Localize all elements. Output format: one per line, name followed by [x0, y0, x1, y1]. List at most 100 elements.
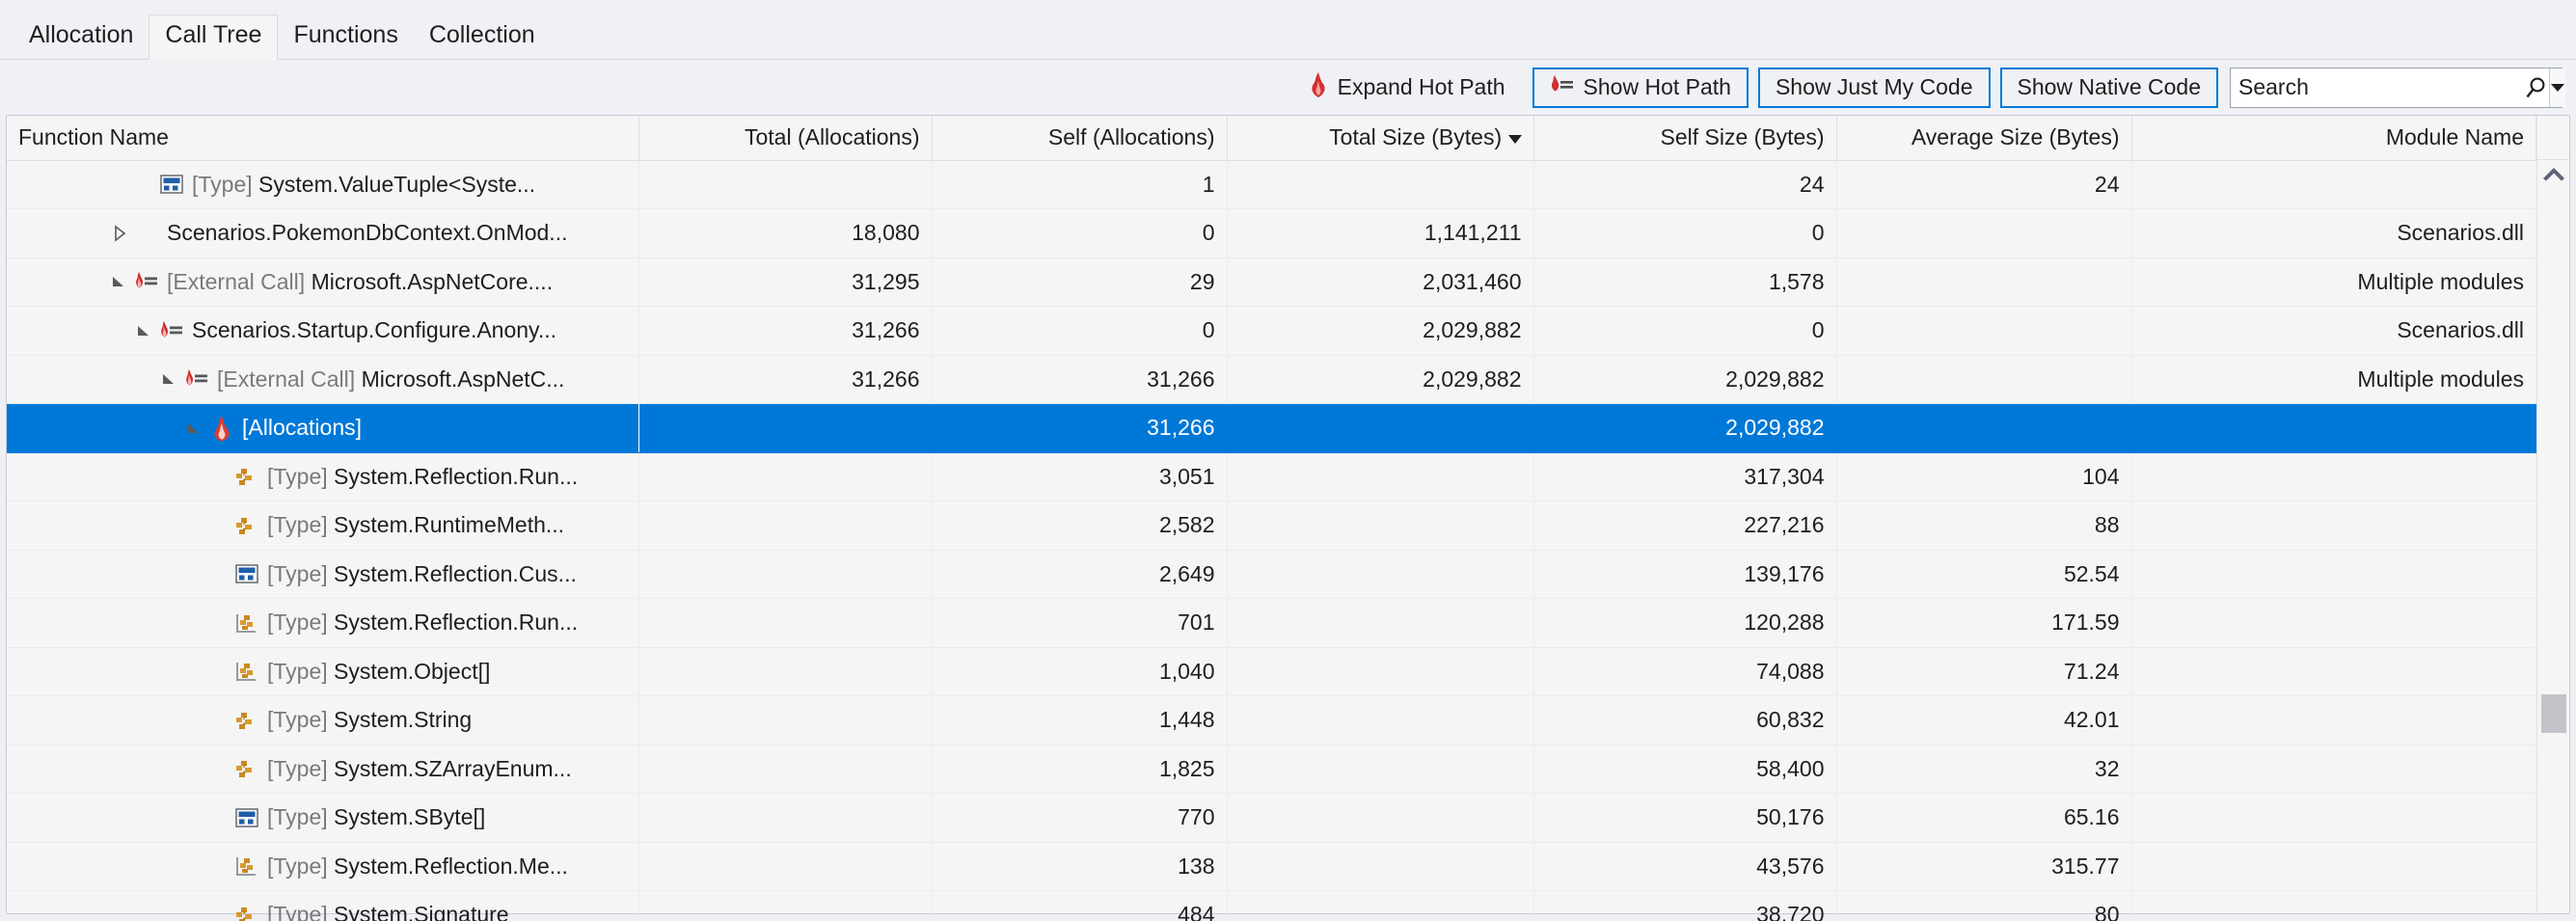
cell-module-name: [2131, 452, 2536, 501]
cell-module-name: [2131, 890, 2536, 921]
table-row[interactable]: Scenarios.Startup.Configure.Anony... 31,2…: [7, 306, 2536, 356]
function-name-text: [Allocations]: [242, 415, 363, 441]
table-row[interactable]: [Type] System.Object[] 1,040 74,088 71.24: [7, 647, 2536, 696]
cell-function-name[interactable]: [Type] System.Reflection.Run...: [7, 452, 639, 501]
function-name-text: Microsoft.AspNetCore....: [311, 268, 554, 294]
collapse-triangle-icon[interactable]: [157, 372, 182, 386]
column-header-self-size[interactable]: Self Size (Bytes): [1533, 116, 1837, 161]
cell-function-name[interactable]: [Type] System.Reflection.Cus...: [7, 550, 639, 599]
scrollbar-thumb[interactable]: [2541, 694, 2566, 733]
cell-function-name[interactable]: Scenarios.PokemonDbContext.OnMod...: [7, 208, 639, 258]
function-name-prefix: [Type]: [267, 512, 335, 538]
cell-self-allocations: 31,266: [932, 355, 1228, 404]
tab-functions[interactable]: Functions: [278, 15, 413, 59]
view-tab-strip: Allocation Call Tree Functions Collection: [0, 0, 2576, 60]
column-header-total-size[interactable]: Total Size (Bytes): [1227, 116, 1534, 161]
cell-function-name[interactable]: Scenarios.Startup.Configure.Anony...: [7, 306, 639, 356]
cell-total-allocations: [638, 842, 933, 891]
cell-module-name: [2131, 501, 2536, 551]
column-header-self-allocations[interactable]: Self (Allocations): [932, 116, 1228, 161]
cell-self-size: 227,216: [1533, 501, 1837, 551]
cell-function-name[interactable]: [External Call] Microsoft.AspNetC...: [7, 355, 639, 404]
cell-function-name[interactable]: [Type] System.Reflection.Me...: [7, 842, 639, 891]
cell-self-size: 139,176: [1533, 550, 1837, 599]
cell-total-allocations: 18,080: [638, 208, 933, 258]
cell-average-size: 80: [1836, 890, 2132, 921]
cell-self-allocations: 2,582: [932, 501, 1228, 551]
flame-icon: [207, 415, 236, 442]
table-row[interactable]: [Type] System.Signature 484 38,720 80: [7, 890, 2536, 921]
show-hot-path-button[interactable]: Show Hot Path: [1532, 67, 1749, 108]
function-name-prefix: [Type]: [267, 707, 335, 733]
table-row[interactable]: [Type] System.String 1,448 60,832 42.01: [7, 695, 2536, 745]
vertical-scrollbar[interactable]: [2536, 116, 2569, 913]
column-header-average-size[interactable]: Average Size (Bytes): [1836, 116, 2132, 161]
search-input[interactable]: [2231, 68, 2524, 107]
type-class-icon: [232, 515, 261, 536]
cell-self-size: 0: [1533, 306, 1837, 356]
cell-self-size: 74,088: [1533, 647, 1837, 696]
table-row[interactable]: [Type] System.SByte[] 770 50,176 65.16: [7, 793, 2536, 843]
show-just-my-code-label: Show Just My Code: [1775, 74, 1973, 99]
table-row[interactable]: [Type] System.SZArrayEnum... 1,825 58,400 3…: [7, 745, 2536, 794]
show-native-code-button[interactable]: Show Native Code: [1999, 67, 2218, 108]
cell-total-size: [1227, 695, 1534, 745]
search-box[interactable]: [2230, 67, 2565, 108]
table-row[interactable]: [Type] System.Reflection.Cus... 2,649 139,…: [7, 550, 2536, 599]
tab-collection[interactable]: Collection: [414, 15, 551, 59]
cell-function-name[interactable]: [Type] System.String: [7, 695, 639, 745]
function-name-label: [Type] System.SByte[]: [267, 804, 485, 830]
type-class-icon: [232, 758, 261, 779]
expand-hot-path-button[interactable]: Expand Hot Path: [1290, 68, 1523, 108]
column-header-function-name[interactable]: Function Name: [7, 116, 639, 161]
column-header-module-name[interactable]: Module Name: [2131, 116, 2536, 161]
cell-function-name[interactable]: [External Call] Microsoft.AspNetCore....: [7, 257, 639, 307]
cell-total-size: [1227, 452, 1534, 501]
collapse-triangle-icon[interactable]: [132, 324, 157, 338]
function-name-prefix: [Type]: [267, 804, 335, 830]
table-row[interactable]: [Type] System.Reflection.Me... 138 43,576 3…: [7, 842, 2536, 891]
cell-total-size: [1227, 890, 1534, 921]
function-name-prefix: [Type]: [267, 902, 335, 921]
scroll-up-arrow-icon[interactable]: [2541, 166, 2566, 186]
search-icon[interactable]: [2524, 68, 2549, 107]
table-row[interactable]: [External Call] Microsoft.AspNetCore....…: [7, 257, 2536, 307]
table-row[interactable]: [Type] System.ValueTuple<Syste... 1 24 24: [7, 160, 2536, 209]
show-just-my-code-button[interactable]: Show Just My Code: [1757, 67, 1991, 108]
cell-module-name: Multiple modules: [2131, 355, 2536, 404]
cell-total-size: [1227, 598, 1534, 648]
table-row[interactable]: [Type] System.Reflection.Run... 701 120,28…: [7, 598, 2536, 648]
expand-triangle-icon[interactable]: [107, 225, 132, 242]
cell-function-name[interactable]: [Type] System.Object[]: [7, 647, 639, 696]
table-row[interactable]: Scenarios.PokemonDbContext.OnMod... 18,08…: [7, 208, 2536, 258]
function-name-prefix: [Type]: [267, 755, 335, 781]
collapse-triangle-icon[interactable]: [107, 275, 132, 288]
cell-function-name[interactable]: [Type] System.Signature: [7, 890, 639, 921]
tab-allocation[interactable]: Allocation: [14, 15, 149, 59]
type-class-icon: [232, 710, 261, 731]
cell-function-name[interactable]: [Allocations]: [7, 403, 639, 453]
cell-total-allocations: [638, 745, 933, 794]
table-row[interactable]: [Type] System.Reflection.Run... 3,051 317,…: [7, 452, 2536, 501]
cell-self-allocations: 3,051: [932, 452, 1228, 501]
collapse-triangle-icon[interactable]: [182, 421, 207, 435]
search-options-dropdown[interactable]: [2549, 68, 2565, 107]
cell-function-name[interactable]: [Type] System.SZArrayEnum...: [7, 745, 639, 794]
cell-total-allocations: [638, 160, 933, 209]
column-header-total-allocations[interactable]: Total (Allocations): [638, 116, 933, 161]
table-row[interactable]: [Type] System.RuntimeMeth... 2,582 227,216…: [7, 501, 2536, 551]
show-native-code-label: Show Native Code: [2017, 74, 2202, 99]
cell-function-name[interactable]: [Type] System.Reflection.Run...: [7, 598, 639, 648]
cell-total-size: [1227, 647, 1534, 696]
cell-self-size: 24: [1533, 160, 1837, 209]
cell-module-name: Multiple modules: [2131, 257, 2536, 307]
cell-function-name[interactable]: [Type] System.RuntimeMeth...: [7, 501, 639, 551]
table-row-selected[interactable]: [Allocations] 31,266 2,029,882: [7, 403, 2536, 453]
cell-total-allocations: [638, 598, 933, 648]
cell-function-name[interactable]: [Type] System.SByte[]: [7, 793, 639, 843]
cell-self-allocations: 1,040: [932, 647, 1228, 696]
table-row[interactable]: [External Call] Microsoft.AspNetC... 31,2…: [7, 355, 2536, 404]
tab-call-tree[interactable]: Call Tree: [149, 14, 279, 60]
cell-self-size: 1,578: [1533, 257, 1837, 307]
cell-function-name[interactable]: [Type] System.ValueTuple<Syste...: [7, 160, 639, 209]
